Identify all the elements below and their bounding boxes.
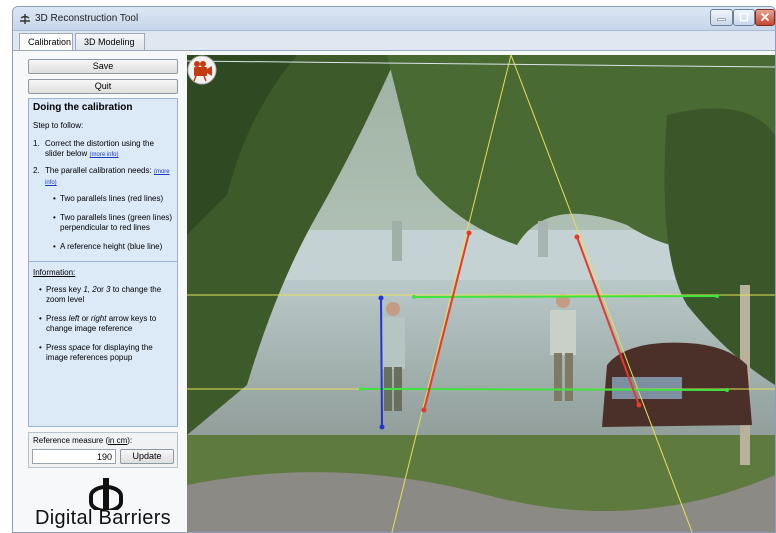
minimize-icon — [717, 18, 726, 21]
camera-icon[interactable] — [187, 55, 217, 85]
step-list: 1. Correct the distortion using the slid… — [33, 139, 173, 188]
step-text: Correct the distortion using the slider … — [45, 139, 154, 158]
red-line-left-handle[interactable] — [421, 407, 427, 413]
step-number: 1. — [33, 139, 40, 148]
close-button[interactable] — [755, 9, 775, 26]
info-zoom: • Press key 1, 2or 3 to change the zoom l… — [39, 285, 162, 304]
maximize-icon — [739, 12, 749, 22]
reference-measure-input[interactable] — [32, 449, 116, 464]
minimize-button[interactable] — [710, 9, 733, 26]
person-right-leg — [554, 353, 562, 401]
person-left — [381, 317, 405, 369]
red-line-right-handle[interactable] — [636, 402, 642, 408]
car-window — [612, 377, 682, 399]
app-icon — [20, 14, 30, 24]
close-icon — [760, 12, 770, 22]
green-line-far[interactable] — [413, 295, 718, 298]
logo-text: Digital Barriers — [35, 507, 171, 529]
tab-3d-modeling[interactable]: 3D Modeling — [75, 33, 145, 50]
need-item-red: • Two parallels lines (red lines) — [53, 194, 164, 203]
green-line-far-handle[interactable] — [715, 294, 719, 298]
calibration-guide-panel: Doing the calibration Step to follow: 1.… — [28, 98, 178, 427]
tab-calibration[interactable]: Calibration — [19, 33, 73, 51]
step-number: 2. — [33, 166, 40, 175]
person-left-head — [386, 302, 400, 316]
title-bar: 3D Reconstruction Tool — [13, 7, 775, 31]
more-info-link[interactable]: (more info) — [89, 152, 118, 158]
person-right — [550, 310, 576, 355]
guide-heading: Doing the calibration — [33, 102, 133, 113]
quit-button[interactable]: Quit — [28, 79, 178, 94]
divider — [29, 261, 177, 262]
green-line-far-handle[interactable] — [412, 295, 416, 299]
logo-mark — [89, 478, 123, 510]
step-item: 1. Correct the distortion using the slid… — [33, 139, 173, 160]
green-line-near-handle[interactable] — [359, 387, 363, 391]
maximize-button[interactable] — [733, 9, 755, 26]
person-right-leg — [565, 353, 573, 401]
calibration-page: Save Quit Doing the calibration Step to … — [13, 50, 775, 532]
step-item: 2. The parallel calibration needs: (more… — [33, 166, 173, 188]
guide-intro: Step to follow: — [33, 121, 84, 130]
window-title: 3D Reconstruction Tool — [35, 13, 139, 24]
calibration-image-view[interactable] — [187, 55, 775, 532]
reference-measure-box: Reference measure (in cm): Update — [28, 432, 178, 468]
information-title: Information: — [33, 268, 76, 277]
need-item-green: • Two parallels lines (green lines) perpe… — [53, 213, 173, 232]
save-button[interactable]: Save — [28, 59, 178, 74]
camera-scene[interactable] — [187, 55, 775, 532]
person-distant — [538, 221, 548, 257]
update-button[interactable]: Update — [120, 449, 174, 464]
info-space: • Press space for displaying the image re… — [39, 343, 153, 362]
red-line-left-handle[interactable] — [466, 230, 472, 236]
info-arrow-keys: • Press left or right arrow keys to chang… — [39, 314, 157, 333]
person-distant — [392, 221, 402, 261]
step-text: The parallel calibration needs: (more in… — [45, 166, 170, 186]
reference-label: Reference measure (in cm): — [33, 436, 133, 445]
red-line-right-handle[interactable] — [574, 234, 580, 240]
blue-reference-line[interactable] — [380, 297, 383, 428]
need-item-blue: • A reference height (blue line) — [53, 242, 163, 251]
company-logo: Digital Barriers — [25, 475, 181, 532]
app-window: 3D Reconstruction Tool 3D Modeling Calib… — [12, 6, 776, 533]
green-line-near[interactable] — [360, 388, 728, 391]
blue-line-handle[interactable] — [379, 424, 385, 430]
green-line-near-handle[interactable] — [725, 388, 729, 392]
blue-line-handle[interactable] — [378, 295, 384, 301]
